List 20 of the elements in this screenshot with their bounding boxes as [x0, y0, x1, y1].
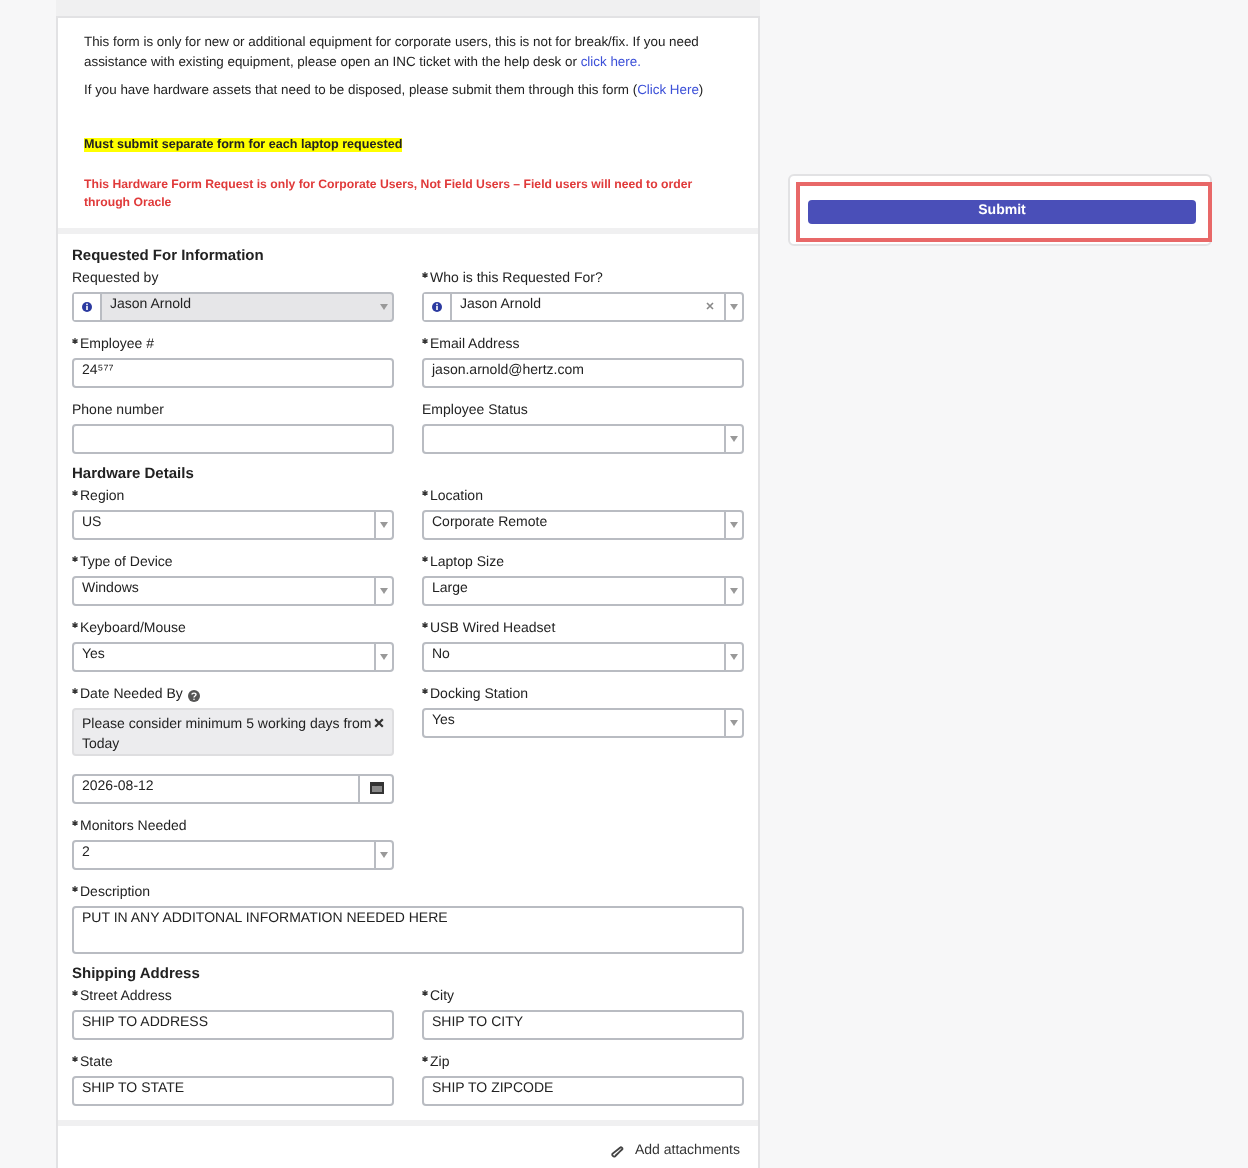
help-icon[interactable]: [188, 689, 201, 701]
caret-icon: [380, 653, 388, 659]
calendar-icon[interactable]: [369, 782, 383, 794]
caret-icon: [730, 303, 738, 309]
dropdown-field[interactable]: [422, 423, 744, 453]
text-field[interactable]: [72, 423, 394, 453]
paperclip-icon: [610, 1145, 627, 1159]
caret-icon: [730, 653, 738, 659]
clear-icon[interactable]: [706, 302, 714, 310]
close-icon[interactable]: [374, 717, 384, 727]
caret-icon: [380, 851, 388, 857]
caret-icon: [380, 521, 388, 527]
caret-icon: [730, 521, 738, 527]
caret-icon: [730, 435, 738, 441]
caret-icon: [379, 303, 387, 309]
caret-icon: [380, 587, 388, 593]
caret-icon: [730, 587, 738, 593]
caret-icon: [730, 719, 738, 725]
info-icon: [82, 301, 92, 311]
info-icon: [432, 301, 442, 311]
